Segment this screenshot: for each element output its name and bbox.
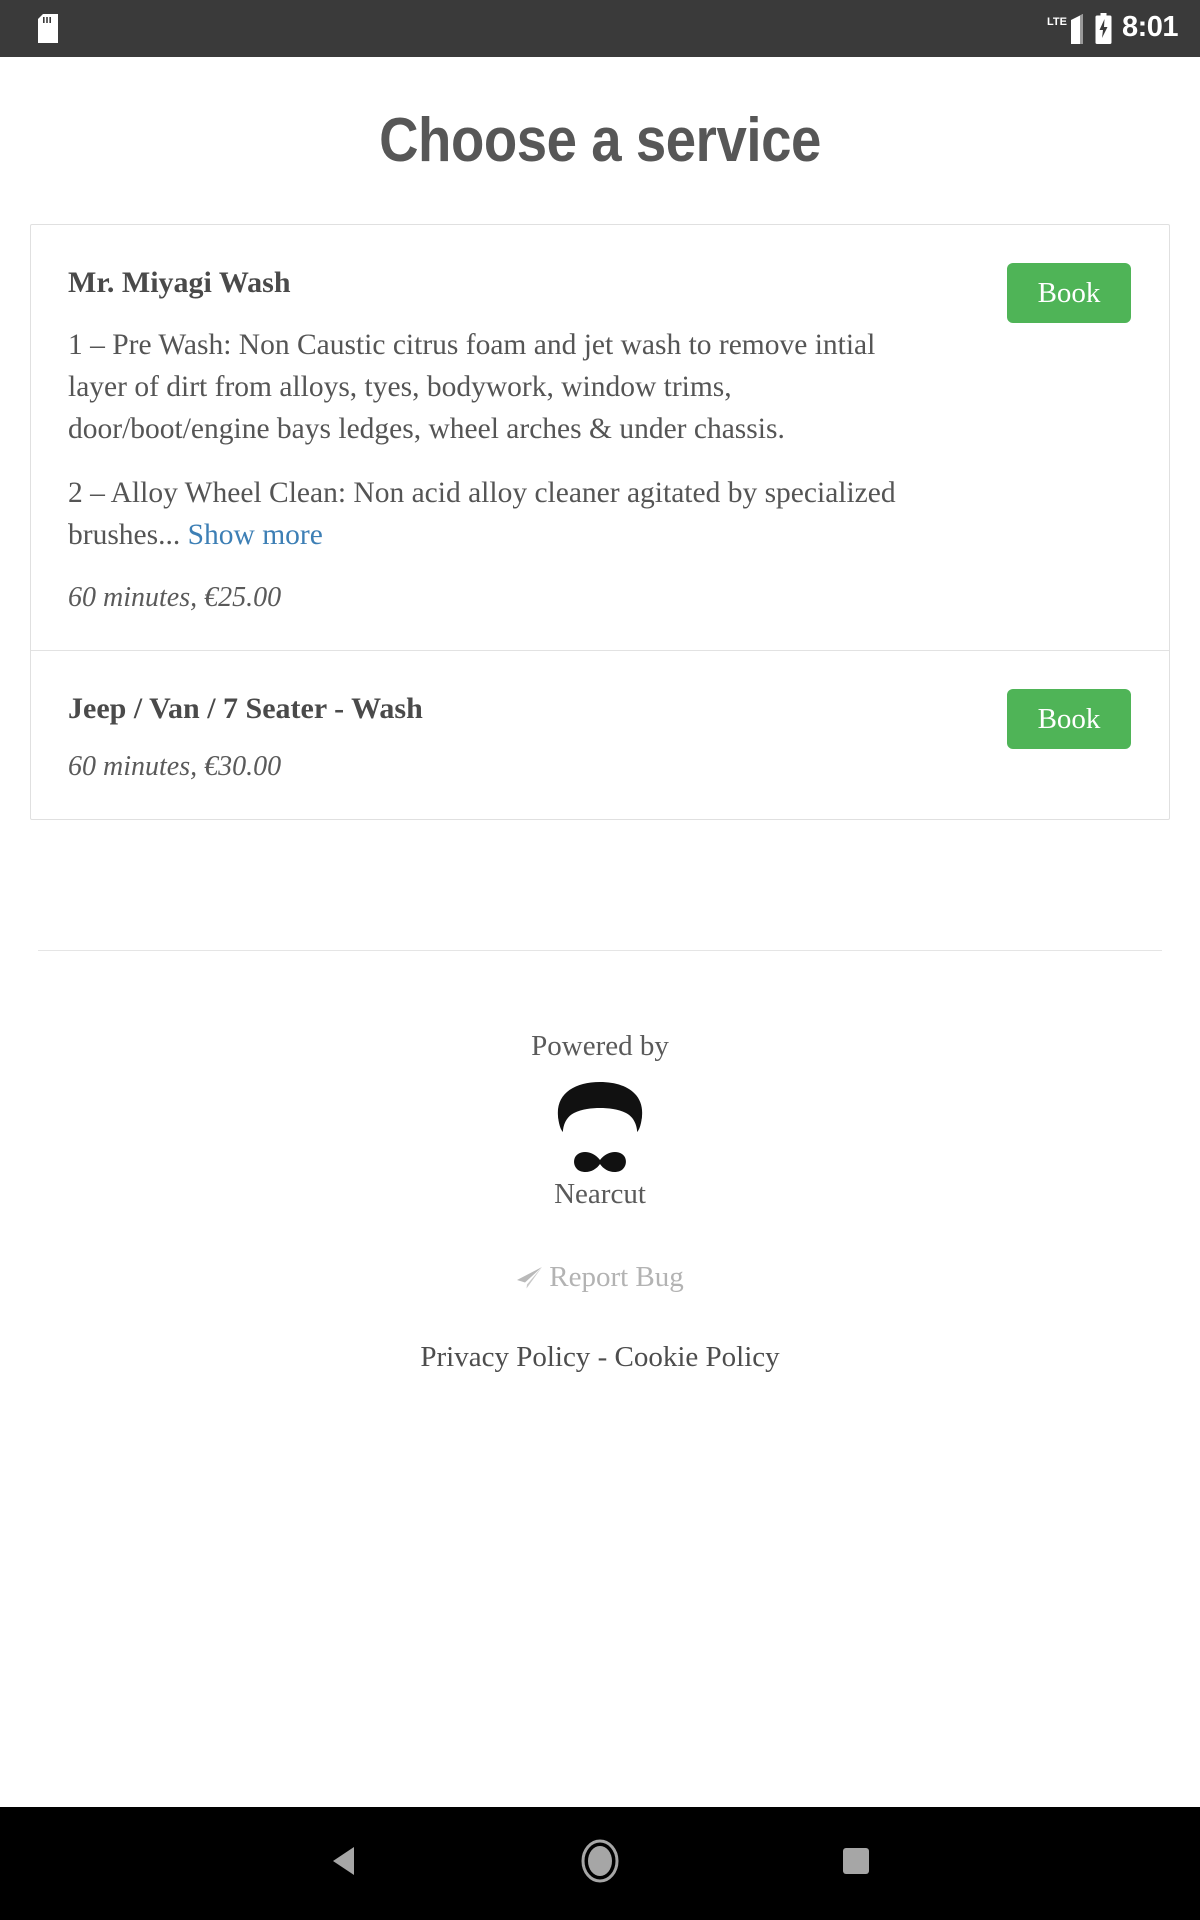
- recents-square-icon: [841, 1846, 871, 1881]
- services-list: Mr. Miyagi Wash 1 – Pre Wash: Non Causti…: [30, 224, 1170, 821]
- nearcut-logo-icon: [38, 1078, 1162, 1182]
- service-description-1: 1 – Pre Wash: Non Caustic citrus foam an…: [68, 329, 876, 445]
- nav-recents-button[interactable]: [728, 1846, 984, 1881]
- service-row: Jeep / Van / 7 Seater - Wash 60 minutes,…: [31, 650, 1169, 819]
- back-triangle-icon: [330, 1845, 358, 1882]
- paper-plane-icon: [516, 1265, 543, 1290]
- status-bar-left: [38, 14, 58, 43]
- report-bug-label: Report Bug: [549, 1261, 684, 1294]
- android-status-bar: LTE 8:01: [0, 0, 1200, 57]
- svg-text:LTE: LTE: [1047, 16, 1067, 28]
- android-nav-bar: [0, 1807, 1200, 1920]
- service-price: 60 minutes, €30.00: [68, 751, 282, 783]
- signal-icon: LTE: [1047, 13, 1085, 44]
- policy-links: Privacy Policy - Cookie Policy: [38, 1341, 1162, 1374]
- powered-by-label: Powered by: [531, 1030, 669, 1063]
- page-title: Choose a service: [379, 106, 821, 175]
- book-button[interactable]: Book: [1007, 689, 1131, 750]
- battery-charging-icon: [1094, 13, 1113, 44]
- privacy-policy-link[interactable]: Privacy Policy: [420, 1341, 590, 1373]
- show-more-link[interactable]: Show more: [188, 519, 323, 551]
- cookie-policy-link[interactable]: Cookie Policy: [614, 1341, 779, 1373]
- service-row: Mr. Miyagi Wash 1 – Pre Wash: Non Causti…: [31, 225, 1169, 650]
- sd-card-icon: [38, 14, 58, 43]
- book-button[interactable]: Book: [1007, 263, 1131, 323]
- service-price: 60 minutes, €25.00: [68, 582, 282, 614]
- service-name: Mr. Miyagi Wash: [68, 266, 291, 299]
- status-bar-right: LTE 8:01: [1047, 11, 1179, 44]
- service-name: Jeep / Van / 7 Seater - Wash: [68, 692, 423, 726]
- page-footer: Powered by Nearcut Report Bug Privacy Po…: [38, 950, 1162, 1374]
- home-circle-icon: [580, 1839, 620, 1888]
- service-details: Jeep / Van / 7 Seater - Wash 60 minutes,…: [68, 691, 903, 783]
- report-bug-link[interactable]: Report Bug: [516, 1261, 684, 1294]
- nearcut-brand-label: Nearcut: [554, 1178, 646, 1211]
- service-description-2: 2 – Alloy Wheel Clean: Non acid alloy cl…: [68, 473, 903, 557]
- service-details: Mr. Miyagi Wash 1 – Pre Wash: Non Causti…: [68, 265, 903, 614]
- policy-separator: -: [590, 1341, 615, 1374]
- nav-back-button[interactable]: [216, 1845, 472, 1882]
- nav-home-button[interactable]: [472, 1839, 728, 1888]
- status-bar-clock: 8:01: [1121, 11, 1179, 43]
- page-content: Choose a service Mr. Miyagi Wash 1 – Pre…: [0, 57, 1200, 1807]
